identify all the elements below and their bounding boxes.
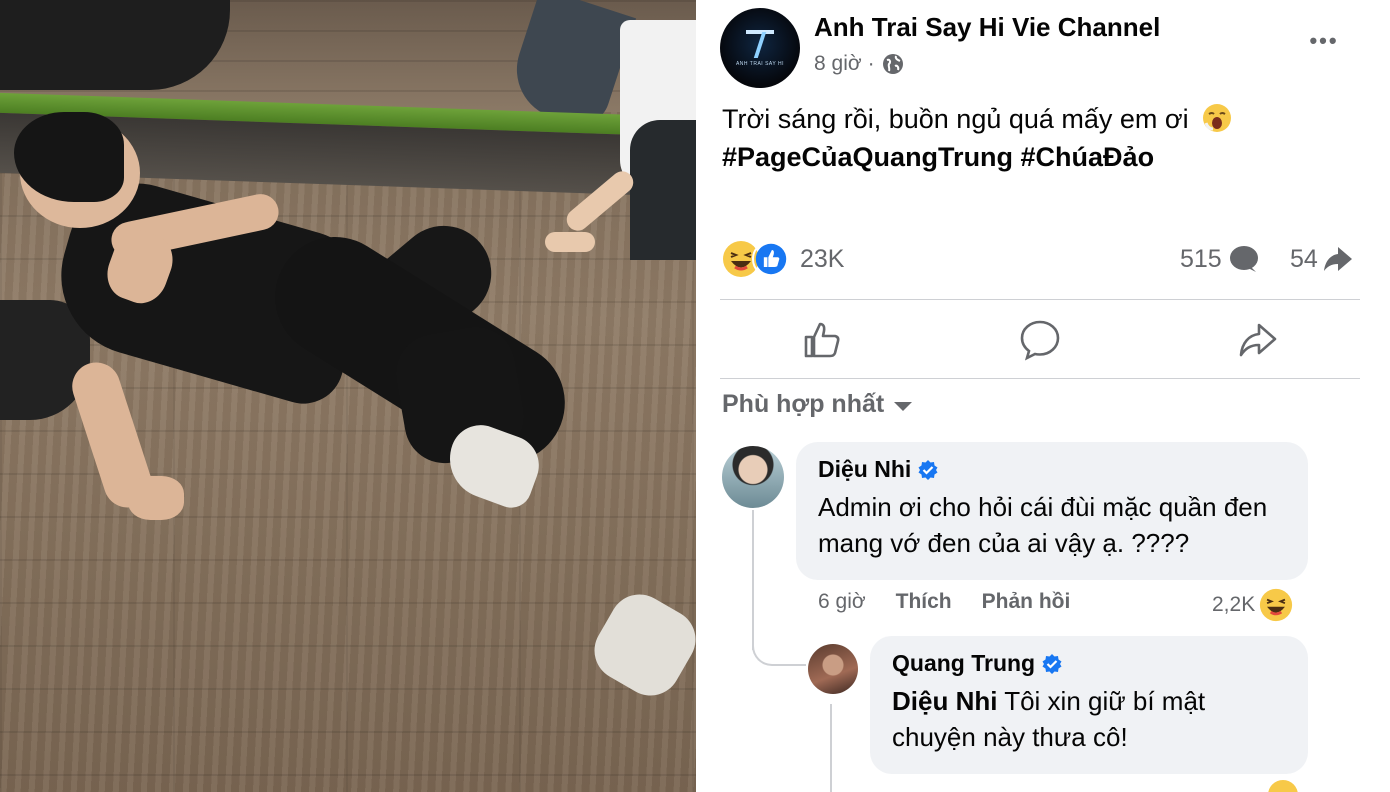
comment-author-name: Diệu Nhi [818,456,912,482]
divider [720,299,1360,300]
lying-person-hand-floor [128,476,184,520]
logo-icon [738,29,782,58]
verified-badge-icon [918,459,938,480]
like-button[interactable] [800,318,844,362]
comment-count-value: 515 [1180,244,1222,273]
like-outline-icon [804,322,840,358]
divider [720,378,1360,379]
page-avatar[interactable]: ANH TRAI SAY HI [720,8,800,88]
comment-button[interactable] [1018,318,1062,362]
comment-actions: 6 giờ Thích Phản hồi [818,590,1070,614]
reaction-summary[interactable]: 23K [722,240,844,278]
haha-icon [1260,588,1293,622]
avatar[interactable] [722,446,784,508]
comment-author[interactable]: Quang Trung [892,650,1286,677]
post-photo[interactable] [0,0,696,792]
post-text-line: Trời sáng rồi, buồn ngủ quá mấy em ơi [722,104,1189,134]
reaction-count: 23K [800,244,845,273]
chevron-down-icon [894,402,913,411]
comment-bubble-icon [1229,246,1258,272]
thread-line [752,510,754,650]
comment-count[interactable]: 515 [1180,244,1260,274]
avatar[interactable] [808,644,858,694]
comment-reply-button[interactable]: Phản hồi [982,590,1071,614]
post-meta: 8 giờ · [814,52,905,76]
comment-like-button[interactable]: Thích [896,590,952,614]
comment-sort-dropdown[interactable]: Phù hợp nhất [722,390,913,419]
page-name[interactable]: Anh Trai Say Hi Vie Channel [814,12,1160,43]
thread-line [830,704,832,792]
post-hashtags[interactable]: #PageCủaQuangTrung #ChúaĐảo [722,138,1232,176]
comment-author[interactable]: Diệu Nhi [818,456,1286,483]
comment-time[interactable]: 6 giờ [818,590,866,614]
comment-reactions[interactable]: 2,2K [1212,588,1293,622]
share-button[interactable] [1236,318,1280,362]
comment-bubble: Diệu Nhi Admin ơi cho hỏi cái đùi mặc qu… [796,442,1308,580]
yawning-face-icon [1203,104,1232,132]
seated-person-hand [545,232,595,252]
verified-badge-icon [1042,653,1062,674]
share-outline-icon [1239,323,1277,357]
reply-text: Diệu Nhi Tôi xin giữ bí mật chuyện này t… [892,683,1286,755]
more-options-icon[interactable]: ••• [1304,28,1344,56]
sort-label: Phù hợp nhất [722,390,885,418]
share-arrow-icon [1323,247,1352,271]
meta-separator: · [867,52,875,75]
mention-link[interactable]: Diệu Nhi [892,686,997,716]
comment-author-name: Quang Trung [892,650,1036,676]
share-count[interactable]: 54 [1290,244,1354,274]
post-time[interactable]: 8 giờ [814,52,862,76]
post-text: Trời sáng rồi, buồn ngủ quá mấy em ơi #P… [722,100,1232,176]
like-icon [752,240,790,278]
logo-wordmark: ANH TRAI SAY HI [735,60,785,67]
thread-connector [752,630,806,666]
comment-outline-icon [1020,320,1060,361]
reply-bubble: Quang Trung Diệu Nhi Tôi xin giữ bí mật … [870,636,1308,774]
comment-text: Admin ơi cho hỏi cái đùi mặc quần đen ma… [818,492,1268,558]
comment-reaction-count: 2,2K [1212,593,1256,616]
seated-person-pants [630,120,696,260]
share-count-value: 54 [1290,244,1318,273]
globe-icon [882,54,903,74]
sneaker [583,583,696,707]
